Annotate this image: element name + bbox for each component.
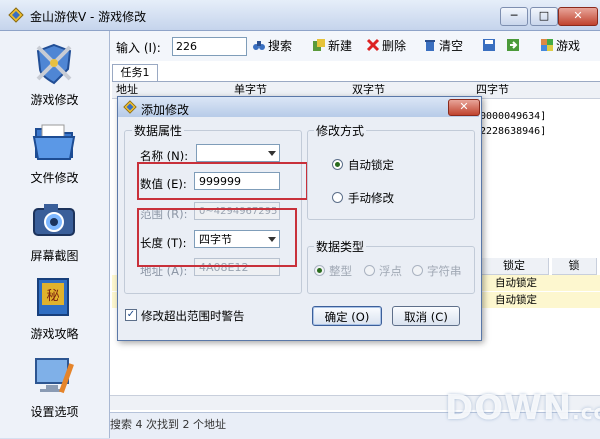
group-label: 数据属性 <box>132 122 185 139</box>
book-icon: 秘 <box>37 278 69 316</box>
sidebar-item-game-modify[interactable]: 游戏修改 <box>0 35 109 113</box>
clear-button[interactable]: 清空 <box>423 37 463 55</box>
sidebar-item-label: 游戏修改 <box>30 93 79 107</box>
name-dropdown[interactable] <box>196 144 280 162</box>
chevron-down-icon <box>268 151 276 156</box>
binoculars-icon <box>253 41 265 50</box>
maximize-button[interactable]: □ <box>530 7 558 26</box>
app-logo-icon <box>8 7 24 23</box>
svg-text:秘: 秘 <box>46 289 59 304</box>
status-text: 搜索 4 次找到 2 个地址 <box>110 418 226 431</box>
close-button[interactable]: ✕ <box>558 7 598 26</box>
type-int-radio[interactable] <box>314 265 325 276</box>
new-button[interactable]: 新建 <box>312 37 352 55</box>
window-title: 金山游侠V - 游戏修改 <box>30 10 147 24</box>
sidebar-item-screenshot[interactable]: 屏幕截图 <box>0 191 109 269</box>
sidebar-item-strategy[interactable]: 秘 游戏攻略 <box>0 269 109 347</box>
column-header[interactable]: 四字节 <box>472 82 600 99</box>
auto-lock-label: 自动锁定 <box>348 158 394 172</box>
input-label: 输入 (I): <box>116 41 161 55</box>
column-header[interactable]: 锁定 <box>480 258 549 275</box>
dialog-title: 添加修改 <box>141 103 190 117</box>
sidebar-item-label: 游戏攻略 <box>30 327 79 341</box>
group-label: 数据类型 <box>314 238 367 255</box>
sidebar: 游戏修改 文件修改 屏幕截图 秘 游戏攻略 设置选项 <box>0 31 110 438</box>
load-button[interactable] <box>506 37 522 55</box>
manual-modify-label: 手动修改 <box>348 191 394 205</box>
column-header[interactable]: 锁 <box>552 258 597 275</box>
range-warning-label: 修改超出范围时警告 <box>141 309 245 323</box>
sidebar-item-settings[interactable]: 设置选项 <box>0 347 109 425</box>
trash-icon <box>425 40 435 51</box>
game-button[interactable]: 游戏 <box>540 37 580 55</box>
delete-button[interactable]: 删除 <box>366 37 406 55</box>
app-logo-icon <box>123 100 137 114</box>
type-float-label: 浮点 <box>379 264 402 278</box>
type-string-radio[interactable] <box>412 265 423 276</box>
game-icon <box>541 39 553 51</box>
table-cell: 0000049634] <box>480 111 547 122</box>
ok-button[interactable]: 确定 (O) <box>312 306 382 326</box>
sidebar-item-file-modify[interactable]: 文件修改 <box>0 113 109 191</box>
highlight-box <box>137 208 297 267</box>
cancel-button[interactable]: 取消 (C) <box>392 306 460 326</box>
computer-tools-icon <box>35 358 74 394</box>
search-button[interactable]: 搜索 <box>252 37 292 55</box>
new-icon <box>313 39 325 51</box>
type-int-label: 整型 <box>329 264 352 278</box>
load-icon <box>507 39 519 51</box>
watermark-logo: DOWN.cc <box>445 388 600 428</box>
table-cell: 2228638946] <box>480 126 547 137</box>
sidebar-item-label: 文件修改 <box>30 171 79 185</box>
search-value-input[interactable]: 226 <box>172 37 247 56</box>
save-icon <box>483 39 495 51</box>
lock-cell: 自动锁定 <box>495 294 537 306</box>
range-warning-checkbox[interactable]: ✓ <box>125 309 137 321</box>
camera-icon <box>33 204 75 236</box>
type-float-radio[interactable] <box>364 265 375 276</box>
swords-shield-icon <box>36 43 72 85</box>
lock-cell: 自动锁定 <box>495 277 537 289</box>
highlight-box <box>137 162 308 200</box>
tab-task1[interactable]: 任务1 <box>112 64 158 81</box>
modify-mode-group <box>307 130 475 220</box>
folder-icon <box>32 124 76 160</box>
minimize-button[interactable]: ─ <box>500 7 528 26</box>
type-string-label: 字符串 <box>427 264 462 278</box>
group-label: 修改方式 <box>314 122 367 139</box>
manual-modify-radio[interactable] <box>332 192 343 203</box>
delete-x-icon <box>366 38 380 52</box>
dialog-close-button[interactable]: ✕ <box>448 99 480 116</box>
sidebar-item-label: 设置选项 <box>30 405 79 419</box>
sidebar-item-label: 屏幕截图 <box>30 249 79 263</box>
auto-lock-radio[interactable] <box>332 159 343 170</box>
save-button[interactable] <box>482 37 498 55</box>
